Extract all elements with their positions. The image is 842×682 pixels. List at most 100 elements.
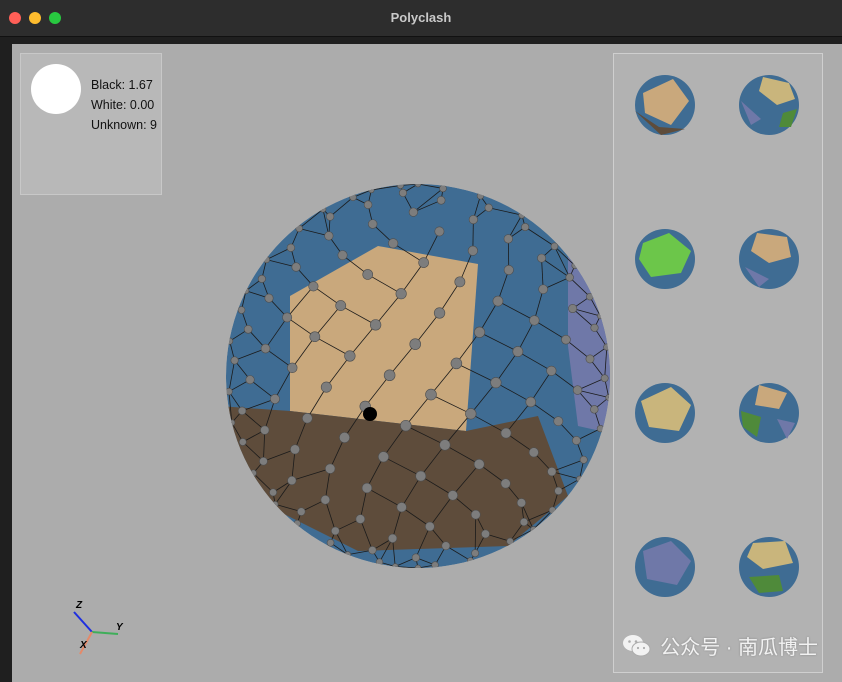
black-stone[interactable]: [363, 407, 377, 421]
board-point[interactable]: [392, 563, 399, 570]
board-point[interactable]: [537, 253, 547, 263]
board-point[interactable]: [257, 274, 266, 283]
board-point[interactable]: [586, 292, 594, 301]
board-point[interactable]: [309, 331, 321, 343]
board-point[interactable]: [490, 377, 502, 389]
board-point[interactable]: [565, 273, 574, 282]
board-point[interactable]: [447, 490, 458, 501]
board-point[interactable]: [320, 381, 332, 393]
board-point[interactable]: [436, 196, 446, 205]
board-point[interactable]: [326, 212, 335, 221]
board-point[interactable]: [538, 284, 548, 295]
board-point[interactable]: [282, 312, 293, 323]
board-point[interactable]: [237, 406, 247, 416]
board-point[interactable]: [530, 526, 537, 533]
board-point[interactable]: [476, 192, 485, 200]
board-point[interactable]: [396, 502, 407, 513]
board-point[interactable]: [369, 319, 382, 331]
board-point[interactable]: [242, 287, 250, 295]
board-point[interactable]: [259, 456, 268, 466]
board-point[interactable]: [337, 250, 348, 261]
board-point[interactable]: [326, 539, 335, 547]
board-point[interactable]: [425, 388, 437, 401]
board-point[interactable]: [571, 436, 581, 445]
board-point[interactable]: [546, 365, 557, 376]
board-point[interactable]: [286, 243, 296, 252]
board-point[interactable]: [243, 325, 253, 334]
board-point[interactable]: [260, 425, 270, 435]
board-point[interactable]: [260, 343, 271, 354]
thumbnail-view-4[interactable]: [736, 226, 802, 292]
board-point[interactable]: [554, 486, 563, 496]
board-point[interactable]: [293, 519, 301, 528]
board-point[interactable]: [473, 326, 486, 338]
thumbnail-view-5[interactable]: [632, 380, 698, 446]
board-point[interactable]: [467, 245, 478, 256]
board-point[interactable]: [226, 337, 234, 345]
board-point[interactable]: [408, 207, 418, 217]
board-point[interactable]: [434, 226, 445, 237]
board-point[interactable]: [470, 509, 481, 520]
board-point[interactable]: [605, 394, 612, 401]
board-point[interactable]: [506, 537, 514, 546]
board-point[interactable]: [367, 219, 378, 229]
board-point[interactable]: [572, 385, 583, 395]
board-point[interactable]: [585, 354, 595, 364]
board-point[interactable]: [415, 470, 427, 482]
board-point[interactable]: [396, 182, 404, 189]
board-point[interactable]: [561, 334, 571, 345]
thumbnail-view-8[interactable]: [736, 534, 802, 600]
board-point[interactable]: [271, 501, 279, 508]
thumbnail-view-6[interactable]: [736, 380, 802, 446]
board-point[interactable]: [431, 561, 439, 569]
board-point[interactable]: [398, 188, 408, 197]
board-point[interactable]: [503, 234, 513, 244]
board-point[interactable]: [568, 304, 578, 314]
board-point[interactable]: [324, 231, 334, 241]
board-point[interactable]: [441, 541, 451, 551]
board-point[interactable]: [425, 521, 435, 532]
board-point[interactable]: [467, 557, 474, 564]
board-point[interactable]: [335, 300, 347, 311]
polyhedron-board[interactable]: [208, 166, 628, 586]
board-point[interactable]: [471, 549, 480, 558]
board-point[interactable]: [287, 475, 297, 486]
board-point[interactable]: [344, 551, 352, 559]
board-point[interactable]: [596, 424, 605, 433]
board-point[interactable]: [290, 444, 300, 455]
board-point[interactable]: [411, 553, 420, 562]
board-point[interactable]: [291, 262, 301, 272]
board-point[interactable]: [433, 307, 446, 319]
board-point[interactable]: [344, 350, 356, 362]
board-point[interactable]: [388, 238, 399, 249]
board-point[interactable]: [287, 362, 298, 374]
board-point[interactable]: [262, 256, 271, 264]
board-point[interactable]: [590, 405, 599, 414]
board-point[interactable]: [297, 507, 306, 516]
board-point[interactable]: [553, 416, 564, 427]
board-point[interactable]: [237, 306, 246, 314]
board-point[interactable]: [226, 387, 233, 396]
board-point[interactable]: [361, 482, 373, 494]
board-point[interactable]: [295, 224, 303, 233]
thumbnail-view-2[interactable]: [736, 72, 802, 138]
board-point[interactable]: [519, 517, 529, 527]
board-point[interactable]: [400, 419, 412, 432]
board-point[interactable]: [547, 467, 557, 477]
board-point[interactable]: [492, 295, 504, 307]
board-point[interactable]: [270, 394, 280, 404]
board-point[interactable]: [500, 427, 512, 439]
board-point[interactable]: [516, 498, 527, 508]
board-point[interactable]: [525, 396, 537, 408]
thumbnail-view-1[interactable]: [632, 72, 698, 138]
board-point[interactable]: [603, 343, 611, 351]
board-point[interactable]: [319, 205, 327, 213]
board-point[interactable]: [387, 533, 398, 543]
board-point[interactable]: [409, 338, 421, 350]
board-point[interactable]: [228, 419, 236, 427]
board-point[interactable]: [395, 288, 407, 300]
board-point[interactable]: [484, 203, 493, 212]
board-point[interactable]: [363, 200, 373, 209]
board-point[interactable]: [473, 458, 485, 470]
board-point[interactable]: [269, 488, 278, 497]
